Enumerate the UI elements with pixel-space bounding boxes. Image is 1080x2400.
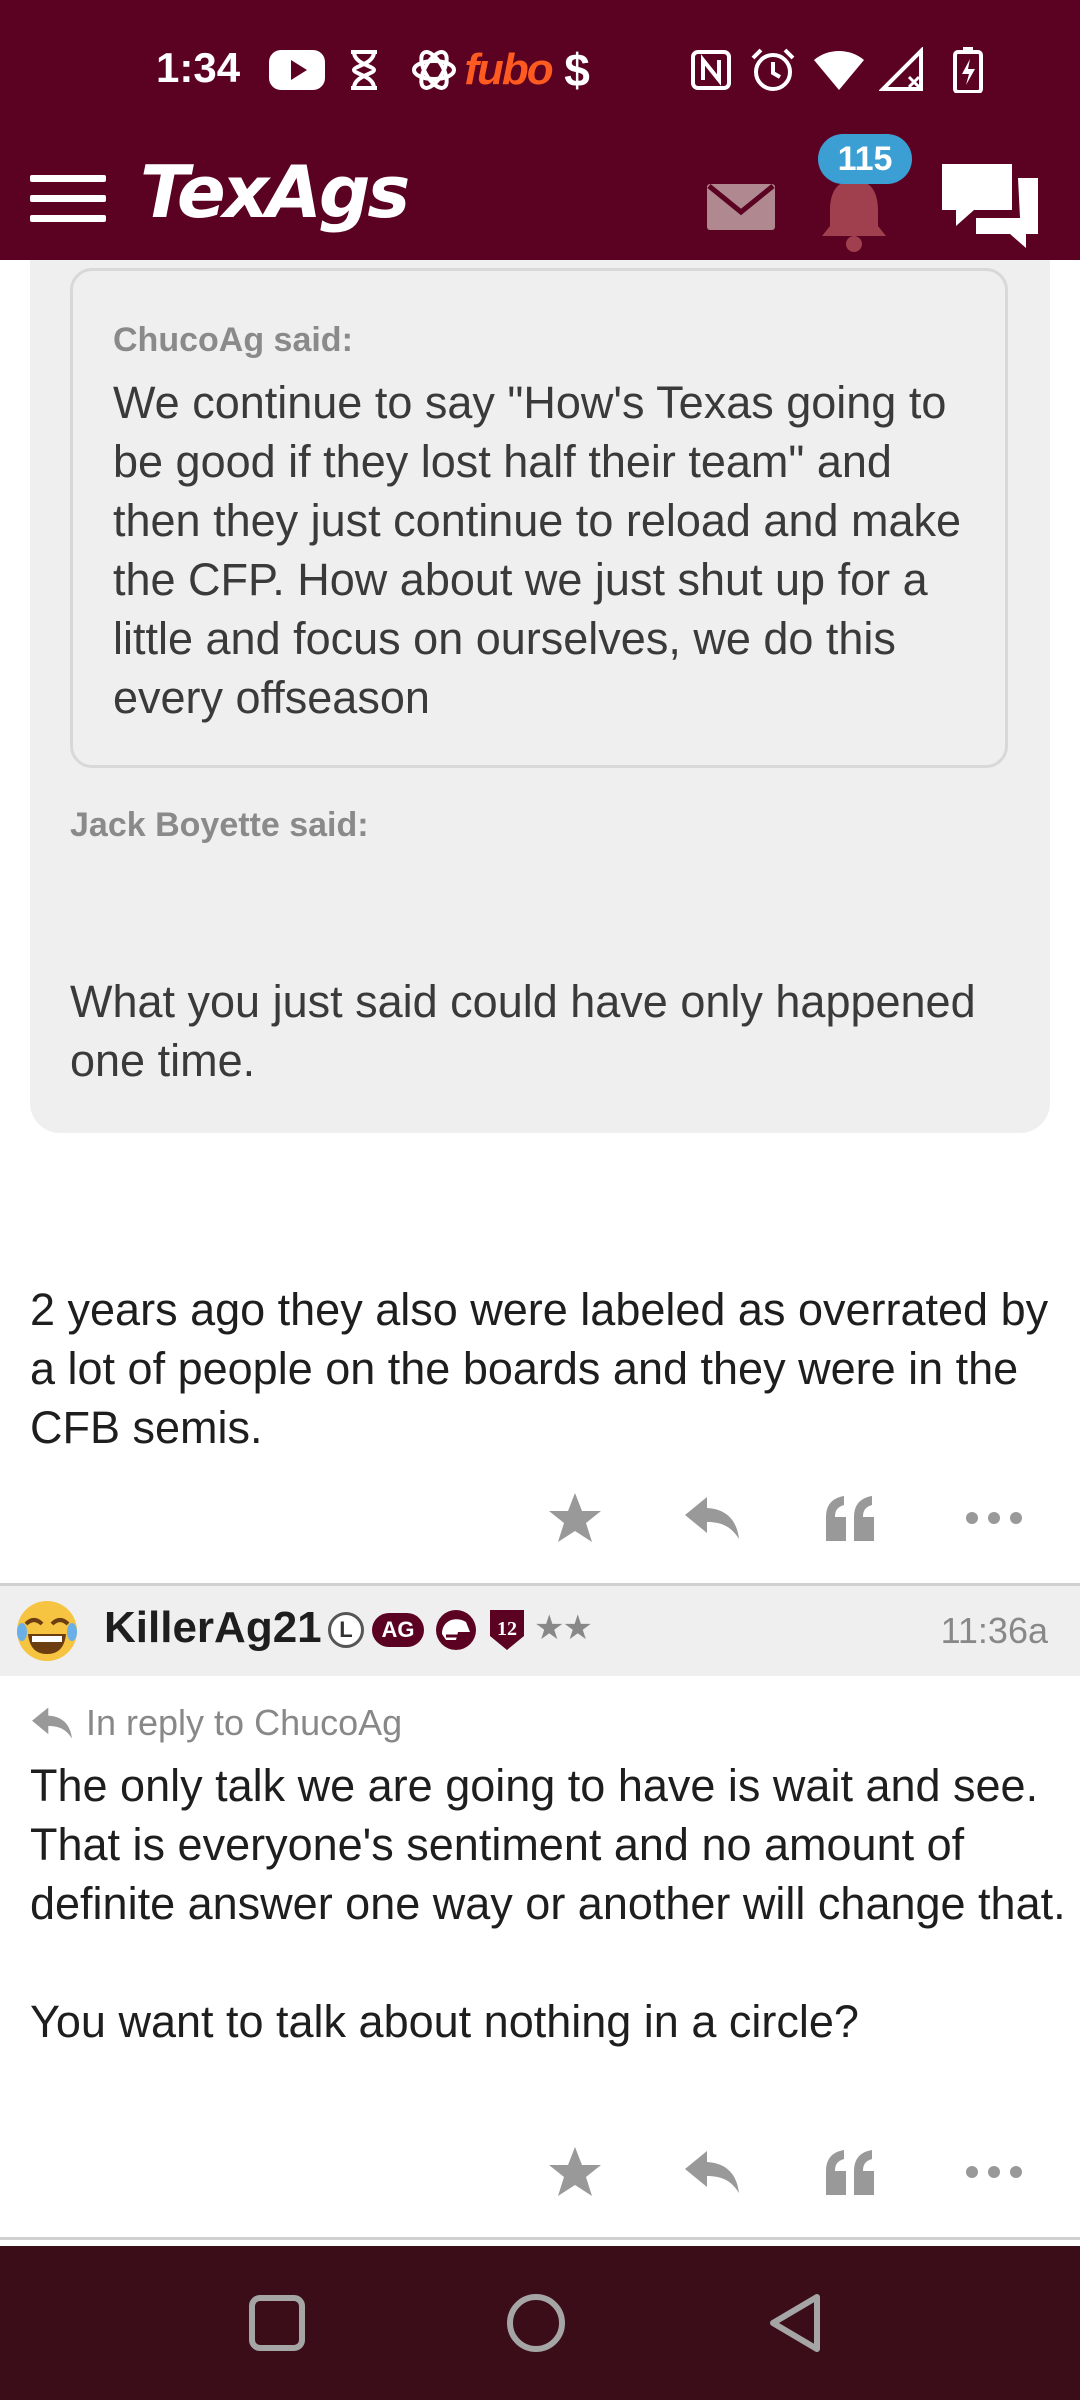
quote-text: What you just said could have only happe… <box>70 976 976 1086</box>
signal-icon <box>878 46 926 94</box>
more-icon[interactable] <box>954 1478 1034 1558</box>
reply-icon[interactable] <box>672 2132 752 2212</box>
status-bar: 1:34 fubo $ <box>0 0 1080 142</box>
back-button[interactable] <box>756 2284 834 2362</box>
helmet-badge-icon <box>434 1608 478 1652</box>
quote-author: ChucoAg said: <box>113 321 353 359</box>
quote-text: We continue to say "How's Texas going to… <box>113 377 962 723</box>
reply-icon[interactable] <box>672 1478 752 1558</box>
cashapp-icon: $ <box>564 44 590 96</box>
openai-icon <box>408 46 460 94</box>
reply-indicator[interactable]: In reply to ChucoAg <box>30 1702 402 1744</box>
quote-author: Jack Boyette said: <box>70 806 369 844</box>
post-header: KillerAg21 L AG 12 ★★ 11:36a <box>0 1586 1080 1676</box>
twelfth-man-badge: 12 <box>488 1608 526 1652</box>
quote-block: ChucoAg said: We continue to say "How's … <box>30 260 1050 1133</box>
system-nav-bar <box>0 2246 1080 2400</box>
alarm-icon <box>748 46 798 94</box>
mail-icon[interactable] <box>703 168 779 244</box>
battery-charging-icon <box>950 46 986 94</box>
star-icon[interactable] <box>535 2132 615 2212</box>
app-header: TexAgs <box>0 142 1080 260</box>
chat-icon[interactable] <box>934 150 1046 250</box>
svg-text:12: 12 <box>497 1618 517 1640</box>
star-icon[interactable] <box>535 1478 615 1558</box>
notification-badge[interactable]: 115 <box>818 134 912 184</box>
recents-button[interactable] <box>238 2284 316 2362</box>
menu-icon[interactable] <box>30 160 106 236</box>
post-divider <box>0 2237 1080 2240</box>
hourglass-icon <box>344 46 384 94</box>
post-actions <box>0 1478 1080 1558</box>
post-actions <box>0 2132 1080 2212</box>
user-stars: ★★ <box>534 1609 593 1647</box>
post-body: You want to talk about nothing in a circ… <box>30 1996 859 2047</box>
more-icon[interactable] <box>954 2132 1034 2212</box>
wifi-icon <box>812 46 866 94</box>
texags-logo[interactable]: TexAgs <box>140 150 410 234</box>
thread-content: ChucoAg said: We continue to say "How's … <box>0 260 1080 2243</box>
ag-badge: AG <box>372 1613 424 1647</box>
home-button[interactable] <box>497 2284 575 2362</box>
reply-to-label: In reply to ChucoAg <box>86 1702 403 1743</box>
nested-quote: ChucoAg said: We continue to say "How's … <box>70 268 1008 768</box>
quote-icon[interactable] <box>810 1478 890 1558</box>
post-timestamp: 11:36a <box>940 1610 1048 1651</box>
reply-icon <box>32 1707 72 1739</box>
post-body: The only talk we are going to have is wa… <box>30 1760 1066 1929</box>
fubo-icon: fubo <box>464 45 553 94</box>
username[interactable]: KillerAg21 <box>104 1603 322 1653</box>
youtube-icon <box>268 46 326 94</box>
quote-icon[interactable] <box>810 2132 890 2212</box>
lifetime-badge: L <box>328 1612 364 1648</box>
status-time: 1:34 <box>156 44 241 91</box>
nfc-icon <box>688 46 734 94</box>
avatar[interactable] <box>14 1598 80 1664</box>
post-body: 2 years ago they also were labeled as ov… <box>30 1284 1049 1453</box>
